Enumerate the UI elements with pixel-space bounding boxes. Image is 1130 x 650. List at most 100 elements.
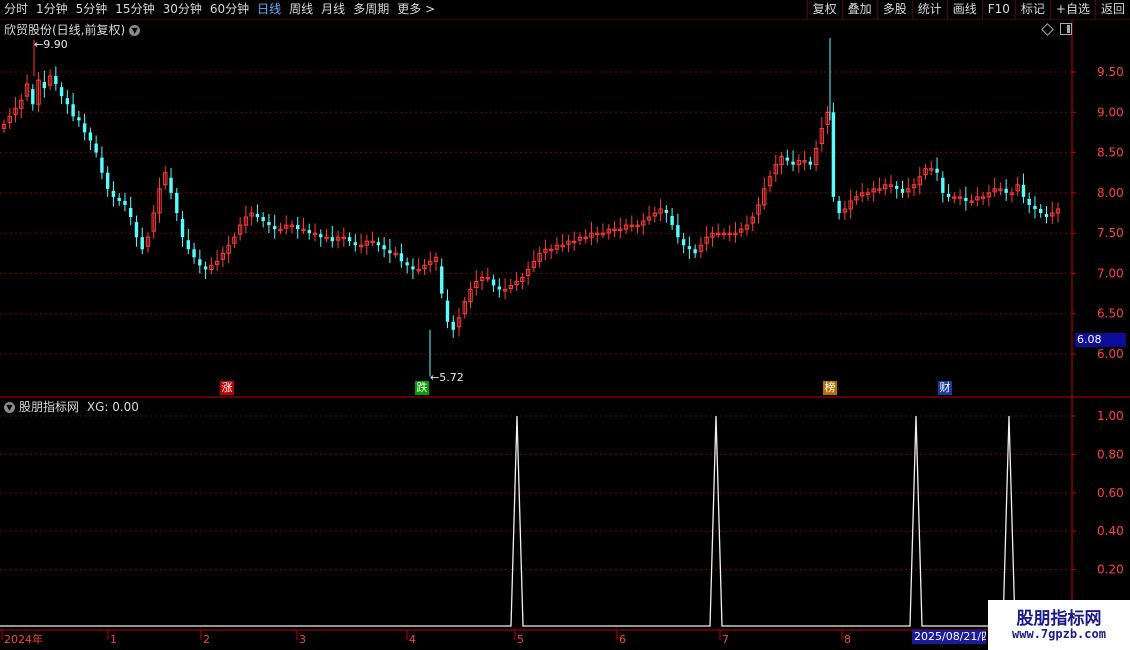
date-axis-label-4: 4: [409, 633, 416, 646]
date-axis-label-6: 6: [619, 633, 626, 646]
period-tab-4[interactable]: 30分钟: [159, 0, 206, 19]
period-tab-8[interactable]: 月线: [317, 0, 349, 19]
candle-body: [837, 200, 841, 213]
period-tab-5[interactable]: 60分钟: [206, 0, 253, 19]
date-axis-label-2: 2: [203, 633, 210, 646]
candle-body: [411, 266, 415, 270]
badge-fall[interactable]: 跌: [415, 381, 429, 395]
candle-body: [900, 188, 905, 193]
candle-body: [676, 225, 680, 238]
candle-body: [440, 266, 444, 294]
candle-body: [175, 192, 179, 213]
period-tab-1[interactable]: 1分钟: [32, 0, 72, 19]
candle-body: [497, 286, 502, 290]
badge-rank[interactable]: 榜: [823, 381, 837, 395]
candle-body: [1021, 184, 1026, 197]
candle-body: [664, 209, 669, 213]
candle-body: [186, 240, 191, 250]
tool-button-7[interactable]: +自选: [1049, 0, 1095, 19]
candle-body: [198, 259, 202, 266]
badge-finance[interactable]: 财: [938, 381, 952, 395]
tool-button-4[interactable]: 画线: [946, 0, 982, 19]
tool-button-8[interactable]: 返回: [1094, 0, 1130, 19]
window-toggle-icon[interactable]: [1060, 23, 1072, 35]
tool-button-0[interactable]: 复权: [806, 0, 842, 19]
candle-body: [105, 172, 110, 189]
candle-body: [117, 197, 121, 201]
candle-body: [935, 168, 939, 173]
low-price-annotation: ←5.72: [430, 371, 464, 384]
candle-body: [791, 161, 795, 165]
candle-body: [491, 279, 496, 286]
indicator-axis-label-3: 0.40: [1097, 524, 1124, 538]
candle-body: [347, 237, 352, 242]
date-axis-label-8: 8: [844, 633, 851, 646]
date-axis-label-3: 3: [299, 633, 306, 646]
candle-body: [71, 104, 75, 117]
chevron-down-icon[interactable]: ▼: [4, 402, 15, 413]
indicator-axis-label-4: 0.20: [1097, 563, 1124, 577]
candle-body: [1004, 188, 1008, 193]
price-axis-label-2: 8.50: [1097, 146, 1124, 160]
date-axis-label-0: 2024年: [4, 632, 43, 646]
price-axis-label-1: 9.00: [1097, 105, 1124, 119]
candle-body: [192, 249, 196, 258]
candle-body: [94, 143, 98, 153]
candle-body: [31, 89, 35, 105]
candle-body: [319, 234, 323, 238]
candle-body: [267, 222, 271, 226]
period-tab-9[interactable]: 多周期: [349, 0, 393, 19]
candle-body: [140, 237, 144, 250]
candle-body: [169, 177, 173, 193]
tool-button-6[interactable]: 标记: [1014, 0, 1050, 19]
tool-button-1[interactable]: 叠加: [841, 0, 877, 19]
date-axis-label-7: 7: [722, 633, 729, 646]
candle-body: [451, 321, 455, 330]
watermark-logo: 股朋指标网 www.7gpzb.com: [988, 600, 1130, 650]
chart-canvas[interactable]: 9.50 9.00 8.50 8.00 7.50 7.00 6.50 6.00 1.00 0.80…: [0, 20, 1130, 650]
indicator-axis-label-2: 0.60: [1097, 486, 1124, 500]
candle-body: [946, 193, 951, 197]
high-price-annotation: ←9.90: [34, 38, 68, 51]
period-tabs: 分时 1分钟 5分钟 15分钟 30分钟 60分钟 日线 周线 月线 多周期 更多 >: [0, 0, 439, 19]
stock-title: 欣贸股份(日线,前复权) ▼: [4, 21, 141, 38]
candle-body: [180, 219, 185, 238]
date-axis-label-1: 1: [110, 633, 117, 646]
period-tab-10[interactable]: 更多 >: [393, 0, 439, 19]
candle-body: [123, 200, 127, 205]
candle-body: [296, 225, 300, 230]
tool-button-3[interactable]: 统计: [911, 0, 947, 19]
xg-signal-line: [0, 415, 1072, 627]
chevron-down-icon[interactable]: ▼: [129, 25, 141, 36]
badge-rise[interactable]: 涨: [220, 381, 234, 395]
period-tab-0[interactable]: 分时: [0, 0, 32, 19]
candle-body: [261, 217, 265, 222]
watermark-title: 股朋指标网: [1016, 609, 1102, 629]
price-axis-label-4: 7.50: [1097, 226, 1124, 240]
tool-button-2[interactable]: 多股: [876, 0, 912, 19]
candle-body: [330, 237, 334, 242]
period-tab-6[interactable]: 日线: [253, 0, 285, 19]
price-axis-label-7: 6.00: [1097, 347, 1124, 361]
candle-body: [42, 82, 47, 89]
candle-body: [82, 123, 87, 133]
tool-button-5[interactable]: F10: [981, 0, 1015, 19]
candle-body: [134, 222, 139, 238]
indicator-axis-label-1: 0.80: [1097, 447, 1124, 461]
stock-title-text: 欣贸股份(日线,前复权): [4, 23, 126, 37]
period-tab-3[interactable]: 15分钟: [111, 0, 158, 19]
candle-body: [203, 266, 208, 270]
period-tab-2[interactable]: 5分钟: [72, 0, 112, 19]
current-date-label: 2025/08/21/四: [912, 630, 986, 644]
candle-body: [405, 262, 409, 266]
watermark-url: www.7gpzb.com: [1012, 627, 1106, 641]
candle-body: [399, 253, 404, 262]
candle-body: [65, 98, 70, 105]
indicator-title: ▼ 股朋指标网 XG: 0.00: [4, 398, 139, 415]
candle-body: [59, 87, 64, 97]
period-tab-7[interactable]: 周线: [285, 0, 317, 19]
indicator-axis-label-0: 1.00: [1097, 409, 1124, 423]
price-axis-label-6: 6.50: [1097, 307, 1124, 321]
candle-body: [1033, 205, 1037, 209]
candle-body: [1027, 198, 1031, 205]
